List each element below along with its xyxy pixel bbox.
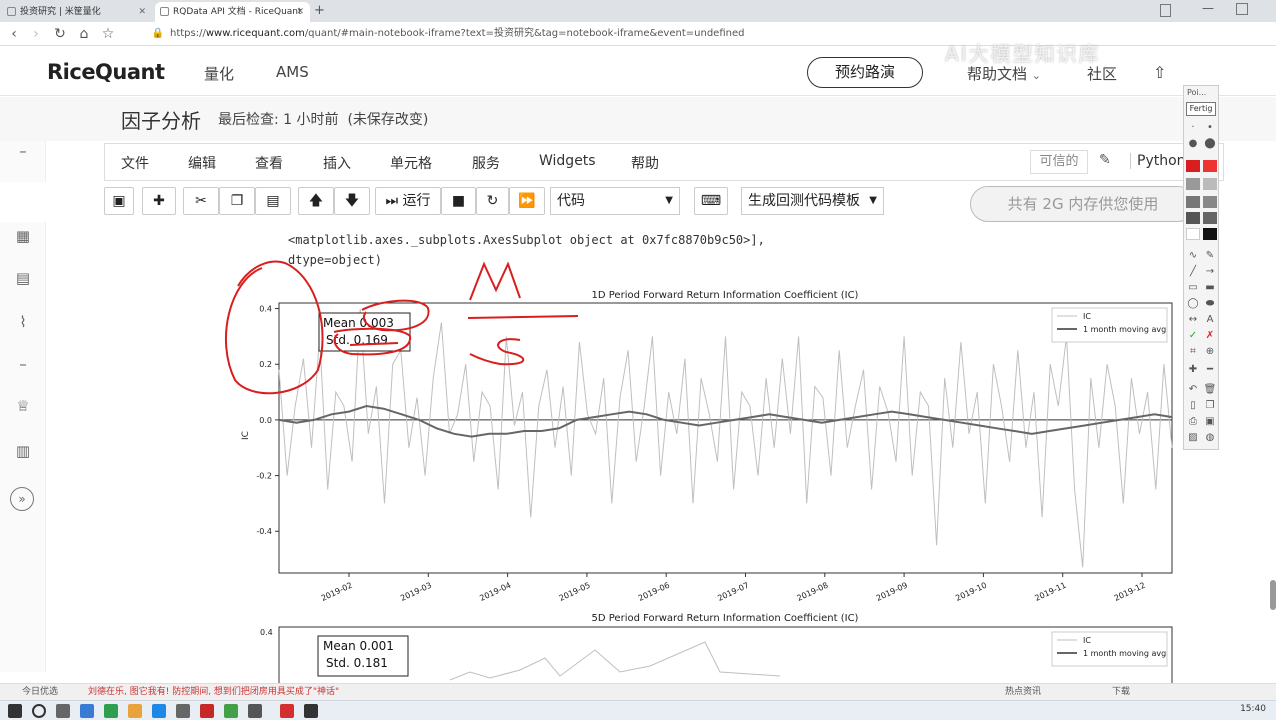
drawing-palette: Poi... Fertig · • ● ⬤ ∿ ✎ ╱ → ▭ ▬ ◯ ⬬ ↔ … xyxy=(1183,85,1219,450)
system-clock: 15:40 xyxy=(1240,704,1266,714)
app-icon[interactable] xyxy=(200,704,214,718)
windows-taskbar: 15:40 xyxy=(0,700,1276,720)
highlighter-icon[interactable]: ✎ xyxy=(1203,250,1217,262)
add-icon[interactable]: ✚ xyxy=(1186,364,1200,376)
watermark-text: AI大模型知识库 xyxy=(945,42,1101,66)
dot-medium-icon[interactable]: • xyxy=(1203,122,1217,134)
chart-1d-ic: 1D Period Forward Return Information Coe… xyxy=(241,290,1173,603)
legend-label-avg: 1 month moving avg xyxy=(1083,325,1166,334)
x-tick-label: 2019-11 xyxy=(1033,581,1067,603)
news-label[interactable]: 今日优选 xyxy=(22,684,58,700)
x-tick-label: 2019-06 xyxy=(637,581,671,603)
annotation-letter-m xyxy=(469,261,521,301)
color-white-swatch[interactable] xyxy=(1186,228,1200,240)
color-black-swatch[interactable] xyxy=(1203,228,1217,240)
y-tick-label: 0.0 xyxy=(259,416,272,425)
ic-charts: 1D Period Forward Return Information Coe… xyxy=(225,260,1173,683)
y-tick-label: 0.4 xyxy=(260,628,273,637)
chart-title: 1D Period Forward Return Information Coe… xyxy=(592,290,859,301)
x-tick-label: 2019-10 xyxy=(954,581,988,603)
page-icon[interactable]: ▯ xyxy=(1186,400,1200,412)
arrow-icon[interactable]: → xyxy=(1203,266,1217,278)
ellipse-icon[interactable]: ◯ xyxy=(1186,298,1200,310)
y-tick-label: 0.2 xyxy=(259,360,272,369)
plot-frame xyxy=(278,626,1173,683)
stats-std: Std. 0.181 xyxy=(326,656,388,670)
minus-icon[interactable]: ━ xyxy=(1203,364,1217,376)
stats-mean: Mean 0.003 xyxy=(323,316,394,330)
palette-title: Poi... xyxy=(1187,88,1207,97)
app-icon[interactable] xyxy=(248,704,262,718)
check-icon[interactable]: ✓ xyxy=(1186,330,1200,342)
search-icon[interactable] xyxy=(32,704,46,718)
color-darkgray-swatch[interactable] xyxy=(1186,196,1200,208)
copy-icon[interactable]: ❐ xyxy=(1203,400,1217,412)
filled-rectangle-icon[interactable]: ▬ xyxy=(1203,282,1217,294)
x-ticks: 2019-02 2019-03 2019-04 2019-05 2019-06 2019-… xyxy=(320,573,1147,603)
start-icon[interactable] xyxy=(8,704,22,718)
double-arrow-icon[interactable]: ↔ xyxy=(1186,314,1200,326)
chart-5d-ic: 5D Period Forward Return Information Coe… xyxy=(260,613,1173,683)
app-icon[interactable] xyxy=(128,704,142,718)
chart-title: 5D Period Forward Return Information Coe… xyxy=(592,613,859,624)
y-tick-label: 0.4 xyxy=(259,305,272,314)
download-link[interactable]: 下载 xyxy=(1112,684,1130,700)
crop-icon[interactable]: ⌗ xyxy=(1186,346,1200,358)
app-icon[interactable] xyxy=(104,704,118,718)
color-gray-swatch[interactable] xyxy=(1186,178,1200,190)
color-darkgray-swatch[interactable] xyxy=(1203,196,1217,208)
y-axis-label: IC xyxy=(241,431,251,440)
cross-icon[interactable]: ✗ xyxy=(1203,330,1217,342)
color-charcoal-swatch[interactable] xyxy=(1203,212,1217,224)
line-icon[interactable]: ╱ xyxy=(1186,266,1200,278)
hot-news-link[interactable]: 热点资讯 xyxy=(1005,684,1041,700)
page-scrollbar[interactable] xyxy=(1270,580,1276,610)
color-red-swatch[interactable] xyxy=(1186,160,1200,172)
y-tick-label: -0.2 xyxy=(256,472,272,481)
x-tick-label: 2019-02 xyxy=(320,581,354,603)
app-icon[interactable] xyxy=(224,704,238,718)
legend-label-ic: IC xyxy=(1083,312,1091,321)
trash-icon[interactable]: 🗑 xyxy=(1203,384,1217,396)
save-icon[interactable]: ▣ xyxy=(1203,416,1217,428)
x-tick-label: 2019-09 xyxy=(875,581,909,603)
x-tick-label: 2019-12 xyxy=(1113,581,1147,603)
news-ticker-bar: 今日优选 刘德在乐, 图它我有! 防控期间, 想到们把闭房用具买成了"神话" 热… xyxy=(0,683,1276,700)
dot-small-icon[interactable]: · xyxy=(1186,122,1200,134)
undo-icon[interactable]: ↶ xyxy=(1186,384,1200,396)
zoom-icon[interactable]: ⊕ xyxy=(1203,346,1217,358)
rectangle-icon[interactable]: ▭ xyxy=(1186,282,1200,294)
dot-large-icon[interactable]: ● xyxy=(1186,138,1200,150)
taskview-icon[interactable] xyxy=(56,704,70,718)
palette-done-button[interactable]: Fertig xyxy=(1186,102,1216,116)
color-gray-swatch[interactable] xyxy=(1203,178,1217,190)
color-red-swatch[interactable] xyxy=(1203,160,1217,172)
text-icon[interactable]: A xyxy=(1203,314,1217,326)
x-tick-label: 2019-05 xyxy=(558,581,592,603)
color-charcoal-swatch[interactable] xyxy=(1186,212,1200,224)
app-icon[interactable] xyxy=(80,704,94,718)
globe-icon[interactable]: ◍ xyxy=(1203,432,1217,444)
filled-ellipse-icon[interactable]: ⬬ xyxy=(1203,298,1217,310)
legend-label-ic: IC xyxy=(1083,636,1091,645)
x-tick-label: 2019-08 xyxy=(796,581,830,603)
x-tick-label: 2019-07 xyxy=(716,581,750,603)
image-icon[interactable]: ▨ xyxy=(1186,432,1200,444)
y-ticks: 0.4 0.2 0.0 -0.2 -0.4 xyxy=(256,305,279,536)
app-icon[interactable] xyxy=(304,704,318,718)
news-headline[interactable]: 刘德在乐, 图它我有! 防控期间, 想到们把闭房用具买成了"神话" xyxy=(88,684,339,700)
dot-xlarge-icon[interactable]: ⬤ xyxy=(1203,138,1217,150)
freehand-icon[interactable]: ∿ xyxy=(1186,250,1200,262)
app-icon[interactable] xyxy=(176,704,190,718)
x-tick-label: 2019-04 xyxy=(478,581,512,603)
app-icon[interactable] xyxy=(152,704,166,718)
y-tick-label: -0.4 xyxy=(256,527,272,536)
app-icon[interactable] xyxy=(280,704,294,718)
print-icon[interactable]: ⎙ xyxy=(1186,416,1200,428)
stats-mean: Mean 0.001 xyxy=(323,639,394,653)
legend-label-avg: 1 month moving avg xyxy=(1083,649,1166,658)
x-tick-label: 2019-03 xyxy=(399,581,433,603)
